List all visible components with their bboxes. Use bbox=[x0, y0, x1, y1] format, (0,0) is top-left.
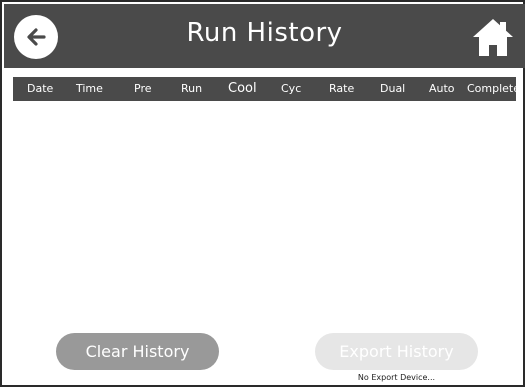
column-header-auto: Auto bbox=[429, 82, 455, 95]
export-history-button[interactable]: Export History bbox=[315, 333, 478, 370]
column-header-complete: Complete bbox=[467, 82, 521, 95]
column-header-cyc: Cyc bbox=[281, 82, 302, 95]
column-header-pre: Pre bbox=[134, 82, 152, 95]
column-header-date: Date bbox=[27, 82, 54, 95]
column-header-dual: Dual bbox=[380, 82, 406, 95]
table-header: Date Time Pre Run Cool Cyc Rate Dual Aut… bbox=[13, 77, 520, 101]
run-history-screen: Run History Date Time Pre Run Cool Cyc R… bbox=[0, 0, 525, 387]
title-bar: Run History bbox=[4, 4, 525, 68]
column-header-rate: Rate bbox=[329, 82, 355, 95]
column-header-run: Run bbox=[181, 82, 203, 95]
export-status-text: No Export Device... bbox=[357, 373, 436, 382]
page-title: Run History bbox=[186, 18, 343, 48]
column-header-time: Time bbox=[76, 82, 103, 95]
home-button[interactable] bbox=[472, 16, 514, 58]
home-icon bbox=[473, 19, 513, 56]
clear-history-button[interactable]: Clear History bbox=[56, 333, 219, 370]
column-header-cool: Cool bbox=[228, 81, 257, 96]
